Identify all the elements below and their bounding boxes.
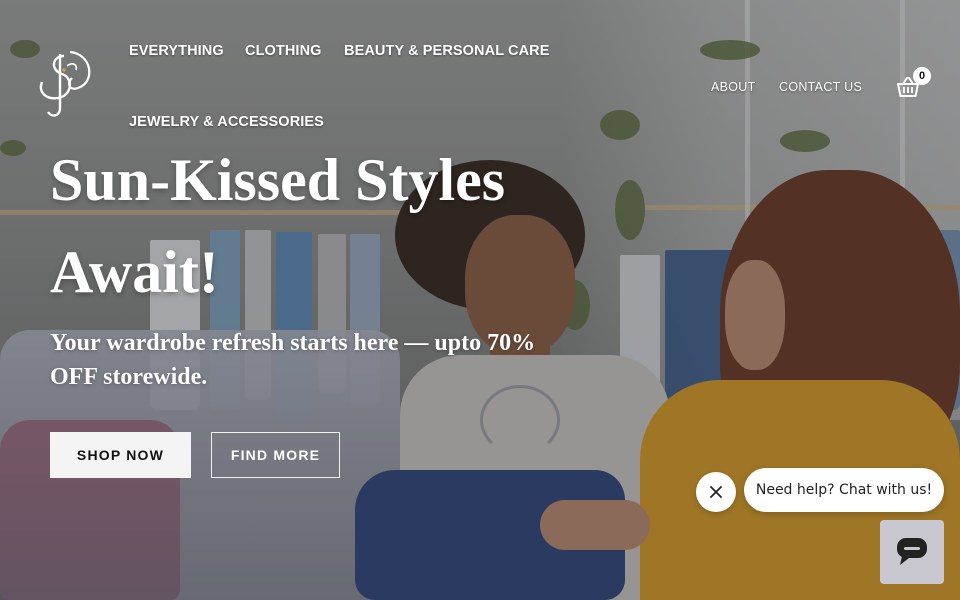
nav-jewelry-accessories[interactable]: JEWELRY & ACCESSORIES	[129, 114, 324, 130]
nav-beauty-personal-care[interactable]: BEAUTY & PERSONAL CARE	[344, 43, 550, 59]
logo-icon	[39, 50, 91, 117]
close-icon	[710, 486, 722, 498]
nav-clothing[interactable]: CLOTHING	[245, 43, 322, 59]
chat-bubble-icon	[897, 538, 927, 565]
nav-contact-us[interactable]: CONTACT US	[779, 80, 862, 94]
find-more-button[interactable]: FIND MORE	[211, 432, 340, 478]
hero-headline-line2: Await!	[50, 239, 219, 305]
shop-now-button[interactable]: SHOP NOW	[50, 432, 191, 478]
nav-about[interactable]: ABOUT	[711, 80, 756, 94]
chat-prompt-bubble[interactable]: Need help? Chat with us!	[744, 468, 944, 512]
hero-subheading: Your wardrobe refresh starts here — upto…	[50, 330, 536, 390]
sj-monogram-logo[interactable]	[34, 48, 98, 120]
hero-headline: Sun-Kissed Styles Await!	[50, 134, 570, 318]
chat-prompt-close-button[interactable]	[696, 472, 736, 512]
chat-launcher-button[interactable]	[880, 520, 944, 584]
hero-headline-line1: Sun-Kissed Styles	[50, 147, 506, 213]
nav-everything[interactable]: EVERYTHING	[129, 43, 224, 59]
cart-count-badge: 0	[913, 67, 931, 85]
